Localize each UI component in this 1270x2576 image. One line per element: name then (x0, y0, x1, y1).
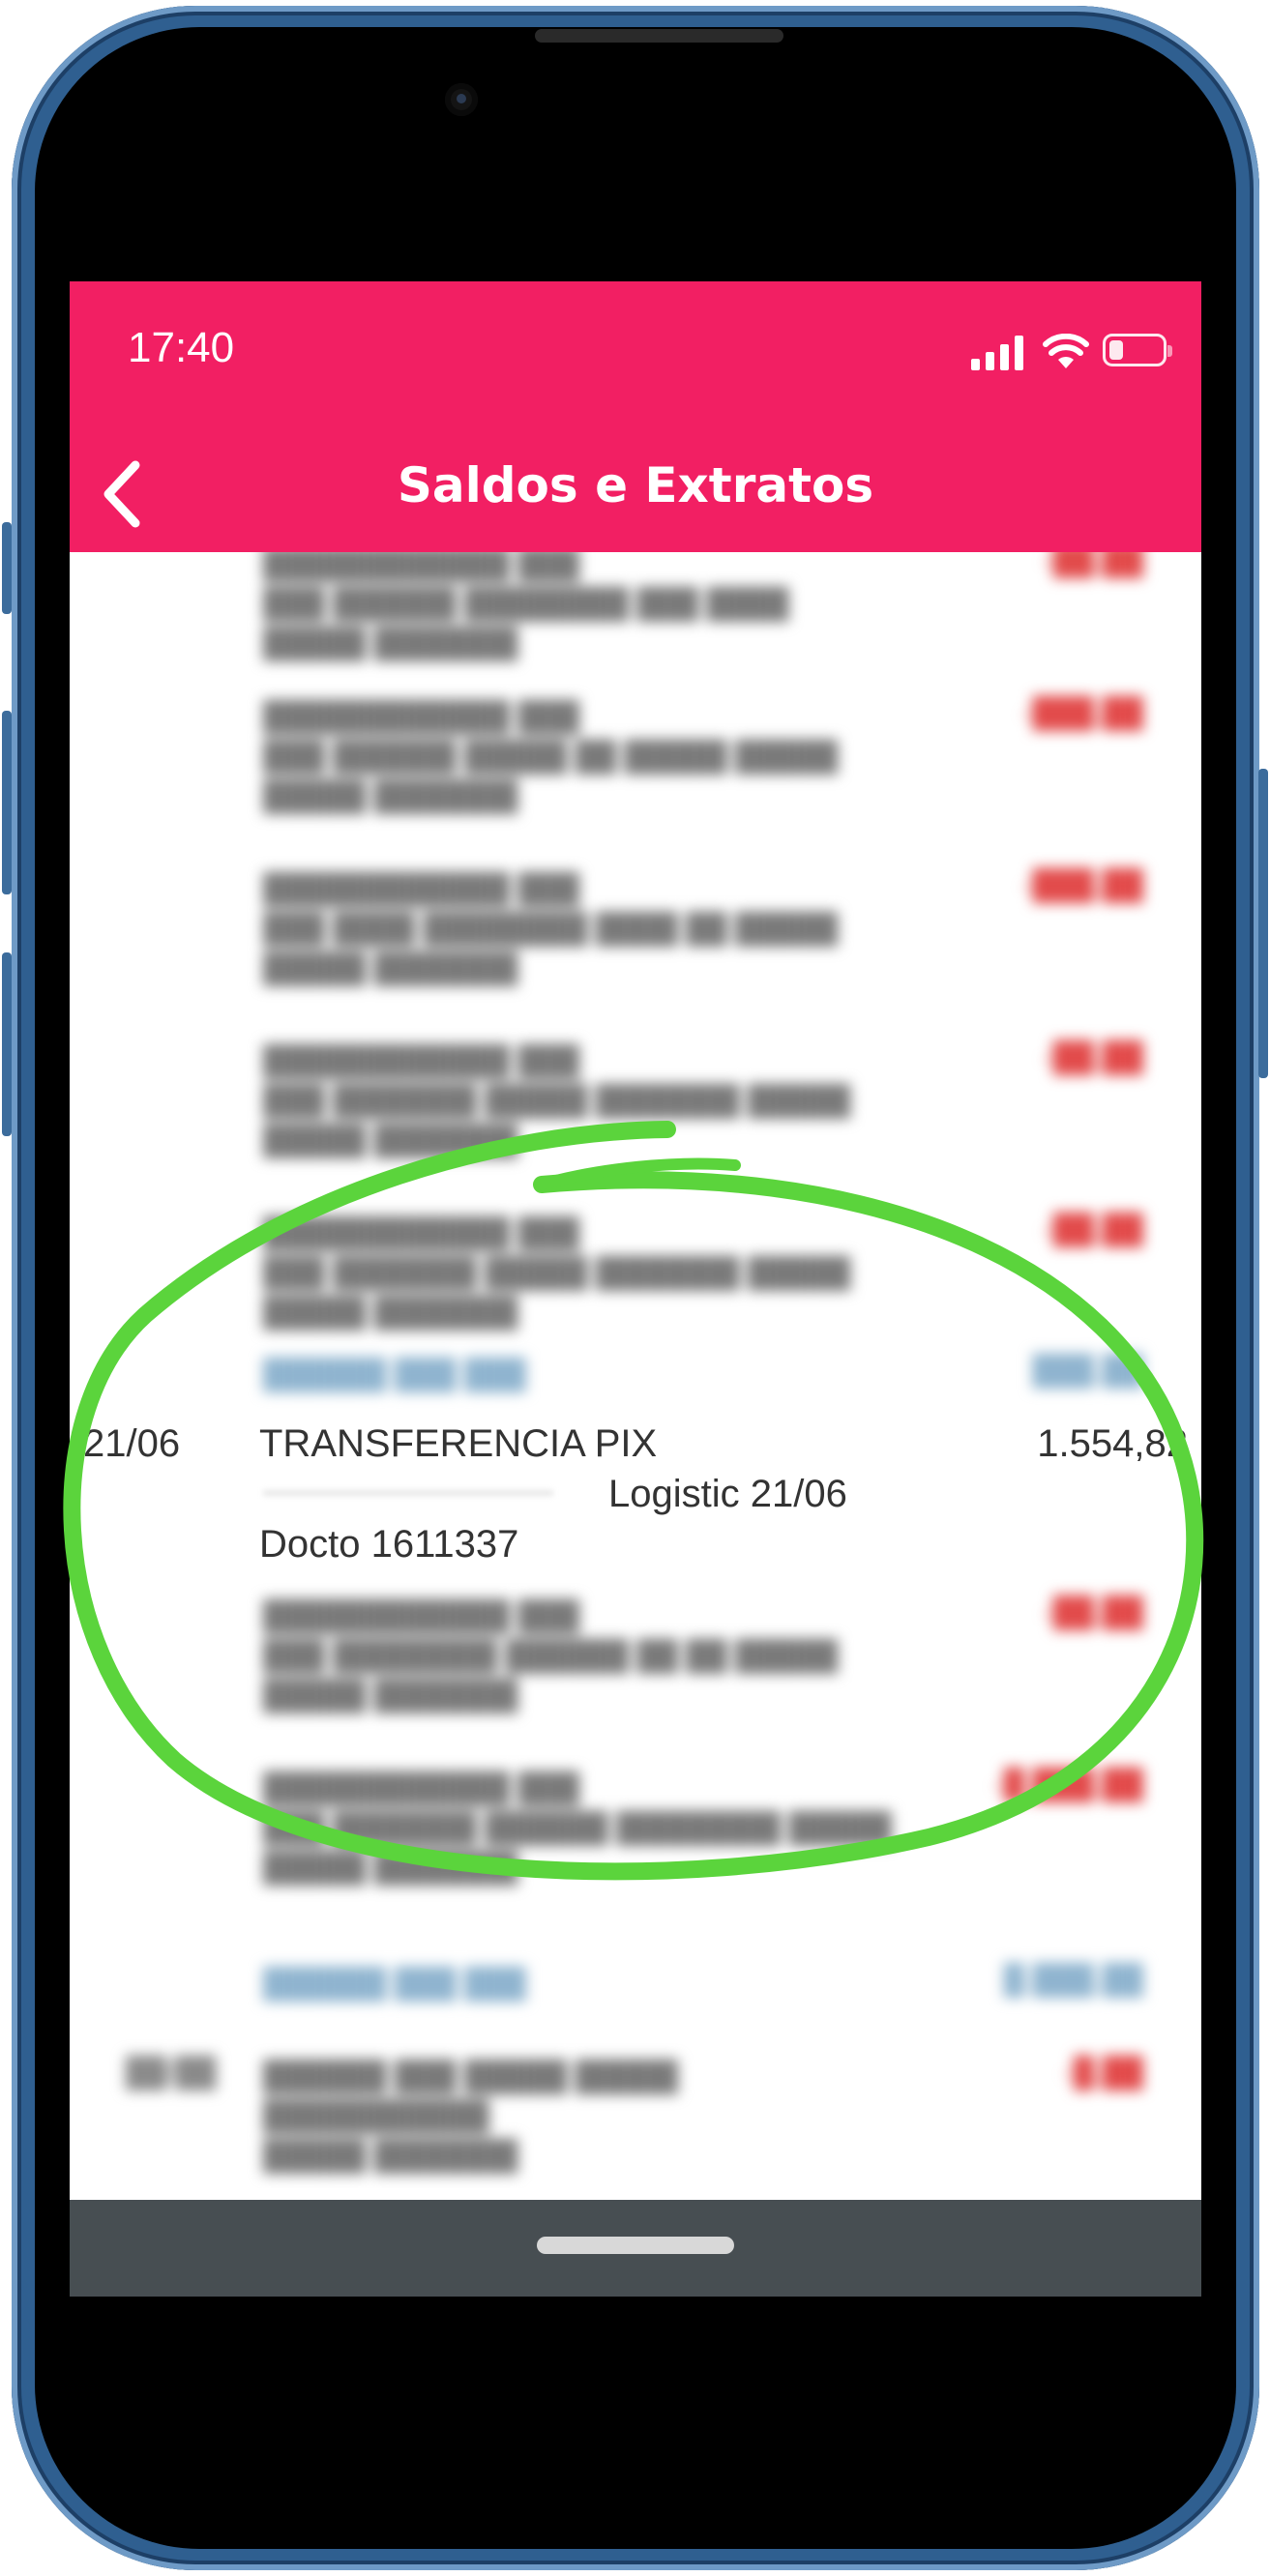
highlight-circle-annotation (63, 1121, 1204, 1881)
